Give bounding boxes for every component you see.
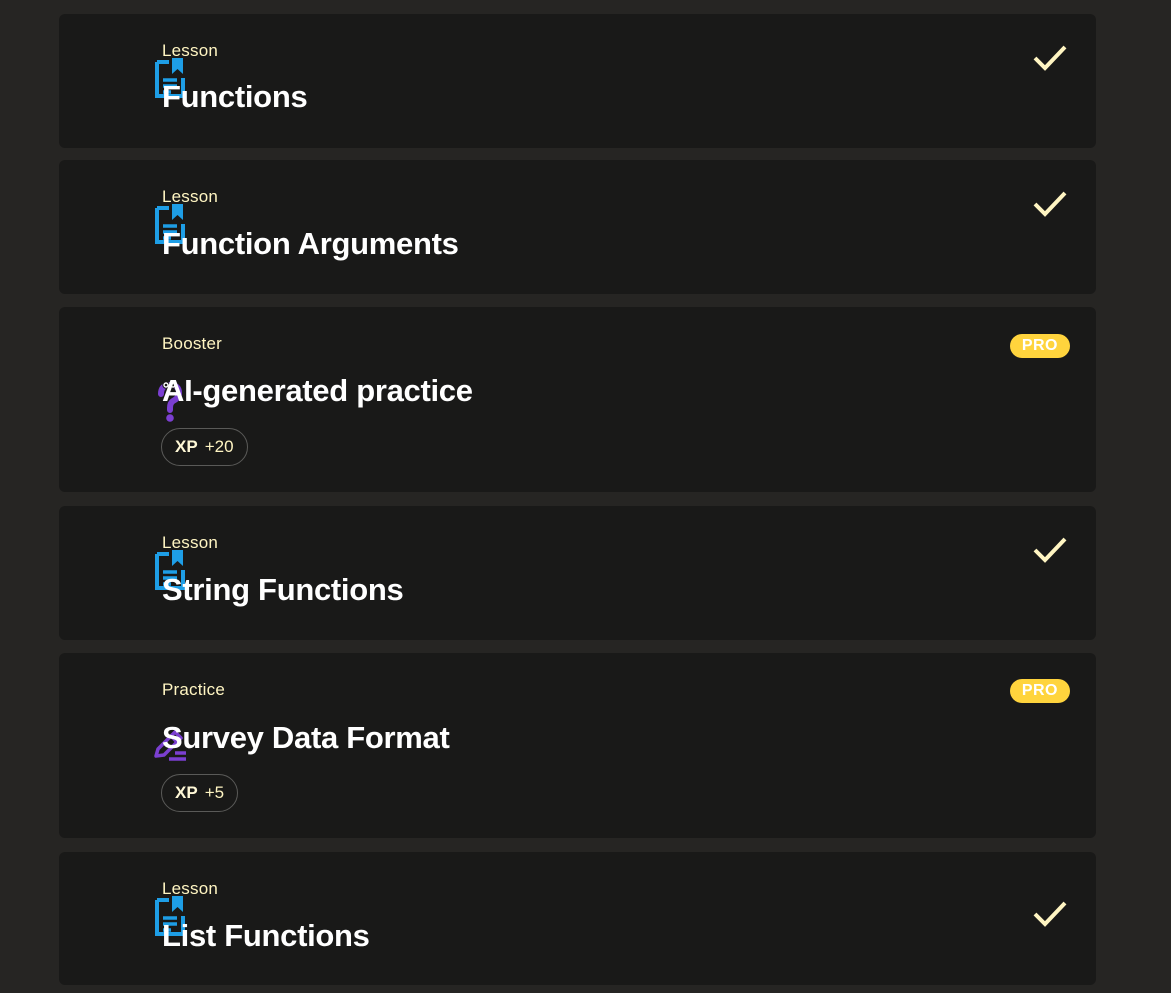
lesson-card-list-functions[interactable]: Lesson List Functions	[59, 852, 1096, 985]
pro-badge: PRO	[1009, 334, 1070, 358]
xp-label: XP	[175, 783, 198, 802]
item-title: AI-generated practice	[162, 373, 473, 408]
xp-pill: XP +20	[161, 428, 248, 466]
item-title: Function Arguments	[162, 226, 459, 261]
practice-card-survey-data-format[interactable]: Practice Survey Data Format PRO XP +5	[59, 653, 1096, 838]
item-title: Functions	[162, 79, 308, 114]
item-title: String Functions	[162, 572, 404, 607]
xp-pill: XP +5	[161, 774, 239, 812]
item-title: List Functions	[162, 918, 370, 953]
xp-label: XP	[175, 437, 198, 456]
booster-card-ai-practice[interactable]: Booster AI-generated practice PRO XP +20	[59, 307, 1096, 492]
item-type-label: Lesson	[162, 187, 219, 206]
check-icon	[1032, 44, 1068, 72]
item-type-label: Lesson	[162, 533, 219, 552]
lesson-card-string-functions[interactable]: Lesson String Functions	[59, 506, 1096, 640]
item-type-label: Lesson	[162, 879, 219, 898]
xp-value: +20	[204, 437, 234, 456]
pro-badge: PRO	[1009, 679, 1070, 703]
lesson-card-functions[interactable]: Lesson Functions	[59, 14, 1096, 148]
lesson-card-function-arguments[interactable]: Lesson Function Arguments	[59, 160, 1096, 294]
check-icon	[1032, 900, 1068, 928]
check-icon	[1032, 536, 1068, 564]
item-type-label: Booster	[162, 334, 222, 353]
item-type-label: Practice	[162, 680, 226, 699]
item-type-label: Lesson	[162, 41, 219, 60]
check-icon	[1032, 190, 1068, 218]
item-title: Survey Data Format	[162, 720, 450, 755]
xp-value: +5	[204, 783, 225, 802]
